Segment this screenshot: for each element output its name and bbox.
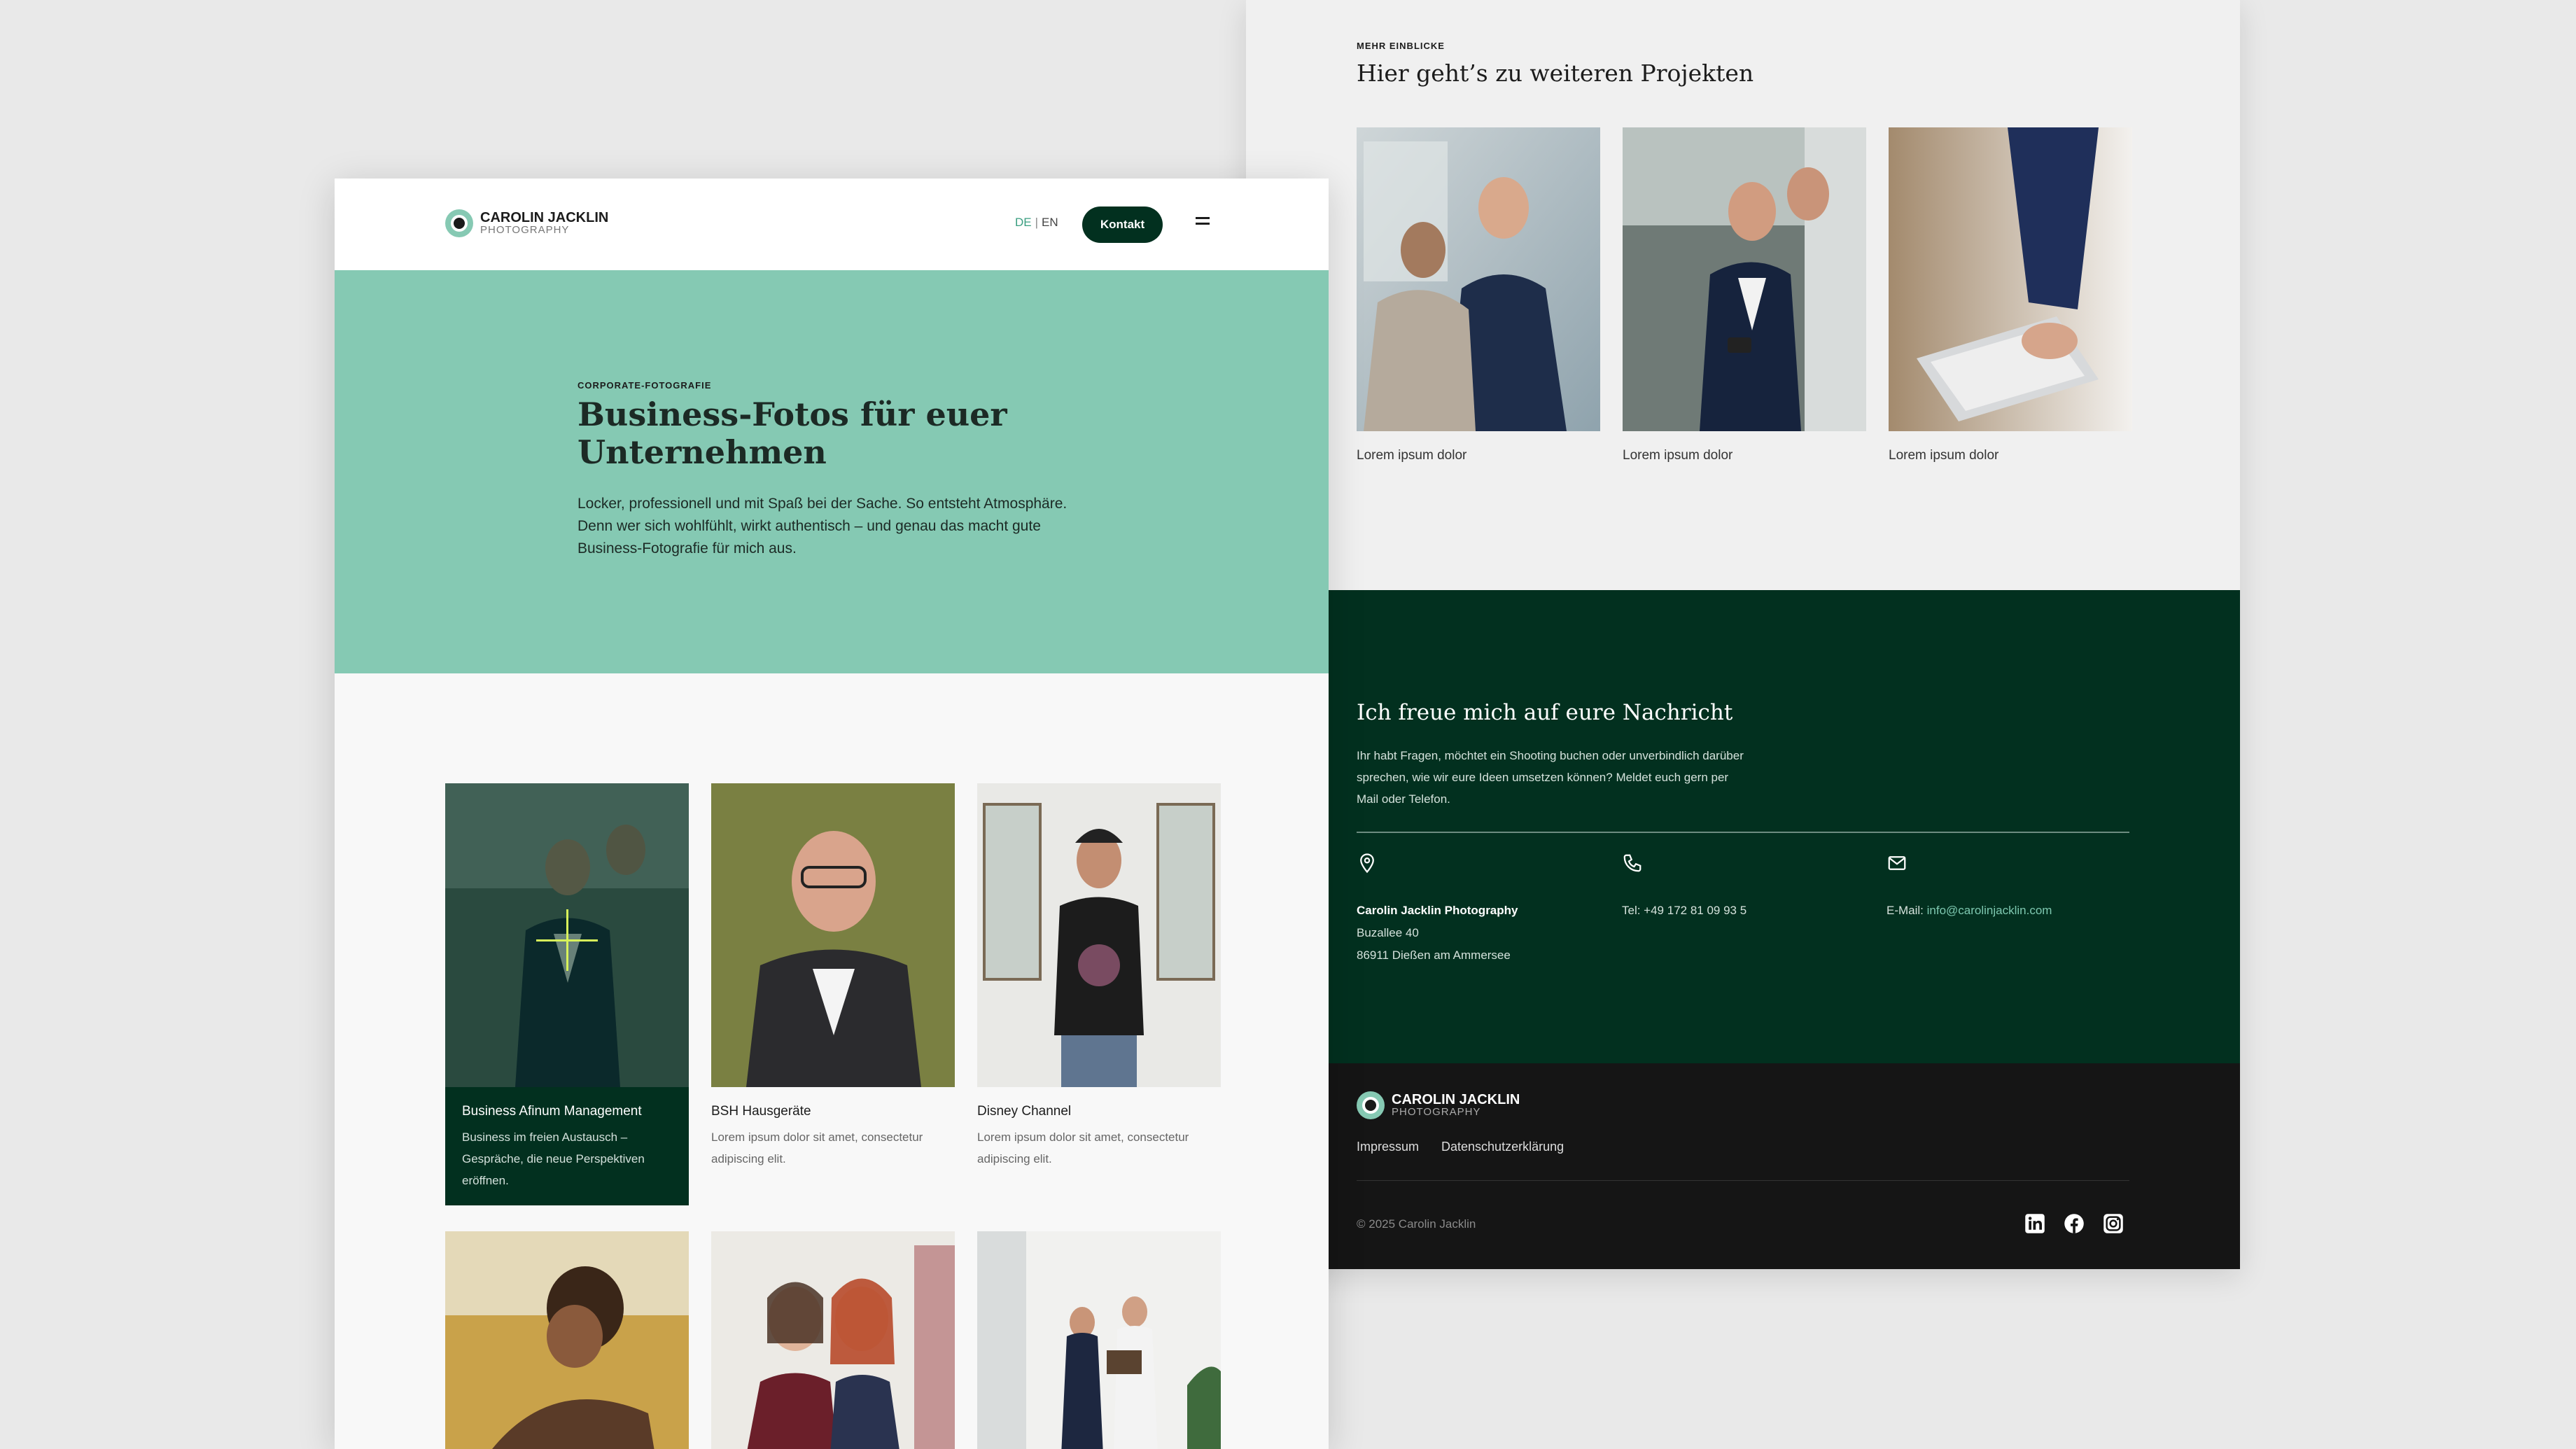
projects-title: Hier geht’s zu weiteren Projekten bbox=[1357, 59, 1754, 87]
hero-eyebrow: CORPORATE-FOTOGRAFIE bbox=[578, 380, 712, 391]
projects-page: MEHR EINBLICKE Hier geht’s zu weiteren P… bbox=[1246, 0, 2240, 1269]
projects-grid: Lorem ipsum dolor Lorem ipsum dolor Lore… bbox=[1357, 127, 2132, 463]
project-photo[interactable] bbox=[1623, 127, 1866, 431]
address-city: 86911 Dießen am Ammersee bbox=[1357, 948, 1511, 962]
brand-name: CAROLIN JACKLIN bbox=[1392, 1092, 1520, 1107]
logo-icon bbox=[1357, 1091, 1385, 1119]
hamburger-icon[interactable] bbox=[1196, 217, 1211, 231]
work-photo[interactable] bbox=[711, 1231, 955, 1449]
project-card[interactable]: Lorem ipsum dolor bbox=[1623, 127, 1866, 463]
email-block: E-Mail: info@carolinjacklin.com bbox=[1886, 853, 2138, 922]
work-card[interactable] bbox=[445, 1231, 689, 1449]
footer-logo[interactable]: CAROLIN JACKLIN PHOTOGRAPHY bbox=[1357, 1091, 1520, 1119]
project-card[interactable]: Lorem ipsum dolor bbox=[1357, 127, 1600, 463]
email-link[interactable]: info@carolinjacklin.com bbox=[1927, 904, 2052, 917]
address-name: Carolin Jacklin Photography bbox=[1357, 904, 1518, 917]
logo-icon bbox=[445, 209, 473, 237]
address-street: Buzallee 40 bbox=[1357, 926, 1419, 939]
work-photo[interactable] bbox=[445, 783, 689, 1087]
address-block: Carolin Jacklin Photography Buzallee 40 … bbox=[1357, 853, 1609, 967]
hero-section: CORPORATE-FOTOGRAFIE Business-Fotos für … bbox=[335, 270, 1329, 673]
work-card[interactable]: BSH Hausgeräte Lorem ipsum dolor sit ame… bbox=[711, 783, 955, 1170]
phone-number[interactable]: Tel: +49 172 81 09 93 5 bbox=[1622, 899, 1874, 922]
phone-block: Tel: +49 172 81 09 93 5 bbox=[1622, 853, 1874, 922]
work-card[interactable] bbox=[711, 1231, 955, 1449]
hero-title: Business-Fotos für euer Unternehmen bbox=[578, 396, 1007, 471]
work-desc: Business im freien Austausch – Gespräche… bbox=[462, 1130, 645, 1187]
project-caption: Lorem ipsum dolor bbox=[1357, 448, 1467, 463]
more-projects-section: MEHR EINBLICKE Hier geht’s zu weiteren P… bbox=[1357, 41, 2132, 463]
work-title: Disney Channel bbox=[977, 1104, 1072, 1119]
contact-section: Ich freue mich auf eure Nachricht Ihr ha… bbox=[1246, 590, 2240, 1063]
projects-eyebrow: MEHR EINBLICKE bbox=[1357, 41, 1445, 51]
contact-title: Ich freue mich auf eure Nachricht bbox=[1357, 700, 1733, 725]
site-header: CAROLIN JACKLIN PHOTOGRAPHY DE | EN Kontak… bbox=[335, 178, 1329, 270]
impressum-link[interactable]: Impressum bbox=[1357, 1140, 1419, 1154]
work-card[interactable] bbox=[977, 1231, 1221, 1449]
contact-button[interactable]: Kontakt bbox=[1082, 206, 1163, 243]
contact-intro: Ihr habt Fragen, möchtet ein Shooting bu… bbox=[1357, 749, 1744, 806]
divider bbox=[1357, 832, 2129, 833]
copyright: © 2025 Carolin Jacklin bbox=[1357, 1217, 1476, 1231]
phone-icon bbox=[1623, 854, 1642, 872]
work-desc: Lorem ipsum dolor sit amet, consectetur … bbox=[711, 1130, 923, 1166]
brand-sub: PHOTOGRAPHY bbox=[480, 224, 570, 236]
header-logo[interactable]: CAROLIN JACKLIN PHOTOGRAPHY bbox=[445, 209, 608, 237]
work-card[interactable]: Business Afinum Management Business im f… bbox=[445, 783, 689, 1205]
work-title: BSH Hausgeräte bbox=[711, 1104, 811, 1119]
lang-separator: | bbox=[1035, 216, 1039, 229]
language-switch: DE | EN bbox=[1015, 216, 1058, 230]
footer-links: Impressum Datenschutzerklärung bbox=[1357, 1140, 1564, 1154]
work-photo[interactable] bbox=[977, 1231, 1221, 1449]
instagram-icon[interactable] bbox=[2103, 1213, 2124, 1234]
project-photo[interactable] bbox=[1889, 127, 2132, 431]
project-photo[interactable] bbox=[1357, 127, 1600, 431]
brand-sub: PHOTOGRAPHY bbox=[1392, 1106, 1481, 1118]
location-pin-icon bbox=[1360, 853, 1374, 874]
work-photo[interactable] bbox=[711, 783, 955, 1087]
project-caption: Lorem ipsum dolor bbox=[1623, 448, 1733, 463]
privacy-link[interactable]: Datenschutzerklärung bbox=[1441, 1140, 1564, 1154]
site-footer: CAROLIN JACKLIN PHOTOGRAPHY Impressum Da… bbox=[1246, 1063, 2240, 1269]
work-card[interactable]: Disney Channel Lorem ipsum dolor sit ame… bbox=[977, 783, 1221, 1170]
plus-icon bbox=[536, 909, 598, 971]
hero-text: Locker, professionell und mit Spaß bei d… bbox=[578, 496, 1068, 556]
divider bbox=[1357, 1180, 2129, 1181]
lang-en[interactable]: EN bbox=[1042, 216, 1058, 229]
work-photo[interactable] bbox=[445, 1231, 689, 1449]
facebook-icon[interactable] bbox=[2064, 1213, 2085, 1234]
work-photo[interactable] bbox=[977, 783, 1221, 1087]
mail-icon bbox=[1888, 856, 1906, 870]
work-desc: Lorem ipsum dolor sit amet, consectetur … bbox=[977, 1130, 1189, 1166]
linkedin-icon[interactable] bbox=[2024, 1213, 2045, 1234]
project-card[interactable]: Lorem ipsum dolor bbox=[1889, 127, 2132, 463]
lang-de[interactable]: DE bbox=[1015, 216, 1032, 229]
email-label: E-Mail: bbox=[1886, 904, 1924, 917]
work-title: Business Afinum Management bbox=[462, 1104, 642, 1119]
project-caption: Lorem ipsum dolor bbox=[1889, 448, 1999, 463]
brand-name: CAROLIN JACKLIN bbox=[480, 210, 609, 225]
social-links bbox=[2024, 1213, 2124, 1234]
corporate-page: CAROLIN JACKLIN PHOTOGRAPHY DE | EN Kontak… bbox=[335, 178, 1329, 1449]
